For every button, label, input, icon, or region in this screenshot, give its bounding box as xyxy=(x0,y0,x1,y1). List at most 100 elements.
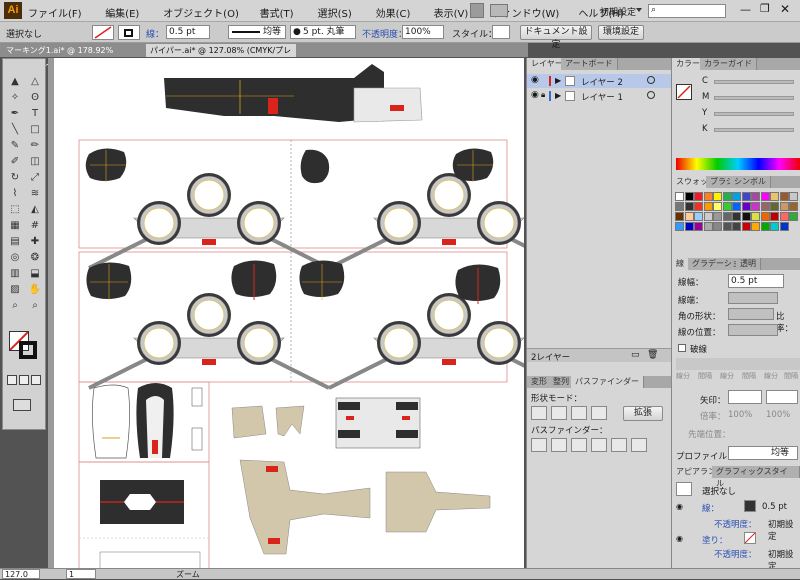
blend-tool-icon[interactable]: ◎ xyxy=(7,251,23,265)
tab-piper[interactable]: パイパー.ai* @ 127.08% (CMYK/プレビュー) xyxy=(146,44,296,68)
target-icon[interactable] xyxy=(647,91,655,99)
perspective-tool-icon[interactable]: ▦ xyxy=(7,219,23,233)
artboard-tool-icon[interactable]: ⬓ xyxy=(27,267,43,281)
gradient-tool-icon[interactable]: ▤ xyxy=(7,235,23,249)
type-tool-icon[interactable]: T xyxy=(27,107,43,121)
tab-graphic-styles[interactable]: グラフィックスタイル xyxy=(712,466,800,488)
swatch[interactable] xyxy=(703,192,713,201)
swatch[interactable] xyxy=(770,212,779,221)
swatch[interactable] xyxy=(713,202,722,211)
fill-color-chip[interactable] xyxy=(744,532,756,544)
swatch[interactable] xyxy=(751,212,760,221)
dash-fields[interactable] xyxy=(676,358,800,370)
bridge-icon[interactable] xyxy=(470,3,484,18)
mesh-tool-icon[interactable]: # xyxy=(27,219,43,233)
draw-behind-icon[interactable] xyxy=(19,375,29,385)
symbol-sprayer-tool-icon[interactable]: ❂ xyxy=(27,251,43,265)
swatch[interactable] xyxy=(694,212,703,221)
hand-tool-icon[interactable]: ✋ xyxy=(27,283,43,297)
swatch[interactable] xyxy=(770,202,779,211)
direct-select-tool-icon[interactable]: △ xyxy=(27,75,43,89)
appearance-stroke-label[interactable]: 線： xyxy=(702,502,719,514)
shape-mode-button-0[interactable] xyxy=(531,406,547,420)
swatch[interactable] xyxy=(751,202,760,211)
swatch[interactable] xyxy=(760,222,770,231)
appearance-fill-label[interactable]: 塗り： xyxy=(702,534,728,546)
tab-pathfinder[interactable]: パスファインダー xyxy=(571,376,644,388)
swatch[interactable] xyxy=(675,202,684,211)
arrow-start-select[interactable] xyxy=(728,390,762,404)
shape-builder-tool-icon[interactable]: ◭ xyxy=(27,203,43,217)
appearance-opacity-label[interactable]: 不透明度： xyxy=(714,548,757,560)
swatch[interactable] xyxy=(703,202,713,211)
swatch[interactable] xyxy=(675,192,684,201)
pencil-tool-icon[interactable]: ✏ xyxy=(27,139,43,153)
swatch[interactable] xyxy=(741,212,751,221)
swatch[interactable] xyxy=(703,212,713,221)
swatch[interactable] xyxy=(732,192,741,201)
tab-marking[interactable]: マーキング1.ai* @ 178.92% (CMYK/プレビュー) xyxy=(2,44,140,68)
menu-item-0[interactable]: ファイル(F) xyxy=(28,5,82,20)
lock-icon[interactable]: 🔒︎ xyxy=(541,90,545,100)
swatch[interactable] xyxy=(722,212,732,221)
zoom-tool-icon[interactable]: ⌕ xyxy=(7,299,23,313)
swatch[interactable] xyxy=(732,212,741,221)
pathfinder-button-2[interactable] xyxy=(571,438,587,452)
swatch[interactable] xyxy=(684,202,694,211)
workspace-switcher[interactable]: 初期設定 xyxy=(600,5,636,18)
pathfinder-button-1[interactable] xyxy=(551,438,567,452)
tab-color-guide[interactable]: カラーガイド xyxy=(700,58,757,70)
shape-mode-button-2[interactable] xyxy=(571,406,587,420)
pathfinder-button-0[interactable] xyxy=(531,438,547,452)
artboard[interactable] xyxy=(54,58,524,568)
line-tool-icon[interactable]: ╲ xyxy=(7,123,23,137)
arrow-end-select[interactable] xyxy=(766,390,798,404)
paintbrush-tool-icon[interactable]: ✎ xyxy=(7,139,23,153)
swatch[interactable] xyxy=(751,192,760,201)
swatch[interactable] xyxy=(722,192,732,201)
swatch[interactable] xyxy=(713,212,722,221)
eye-icon[interactable]: ◉ xyxy=(531,90,539,100)
magic-wand-tool-icon[interactable]: ✧ xyxy=(7,91,23,105)
swatch[interactable] xyxy=(760,192,770,201)
swatch[interactable] xyxy=(770,192,779,201)
channel-slider-C[interactable] xyxy=(714,80,794,84)
swatch[interactable] xyxy=(732,202,741,211)
swatch[interactable] xyxy=(741,192,751,201)
menu-item-3[interactable]: 書式(T) xyxy=(260,5,294,20)
eraser-tool-icon[interactable]: ◫ xyxy=(27,155,43,169)
expand-arrow-icon[interactable]: ▶ xyxy=(555,76,561,85)
arrange-docs-icon[interactable] xyxy=(490,4,508,17)
color-spectrum[interactable] xyxy=(676,158,800,170)
minimize-button[interactable]: — xyxy=(740,3,751,16)
rotate-tool-icon[interactable]: ↻ xyxy=(7,171,23,185)
expand-button[interactable]: 拡張 xyxy=(623,406,663,421)
fill-none-swatch[interactable] xyxy=(676,84,692,100)
zoom-alt-tool-icon[interactable]: ⌕ xyxy=(27,299,43,313)
swatch[interactable] xyxy=(779,202,789,211)
channel-slider-Y[interactable] xyxy=(714,112,794,116)
fill-swatch[interactable] xyxy=(92,25,114,40)
eye-icon[interactable]: ◉ xyxy=(676,534,683,543)
free-transform-tool-icon[interactable]: ⬚ xyxy=(7,203,23,217)
menu-item-4[interactable]: 選択(S) xyxy=(318,5,352,20)
lasso-tool-icon[interactable]: ʘ xyxy=(27,91,43,105)
layer-row-1[interactable]: ◉ 🔒︎ ▶ レイヤー 1 xyxy=(527,89,671,103)
selection-tool-icon[interactable]: ▲ xyxy=(7,75,23,89)
brush-definition[interactable]: ● 5 pt. 丸筆 xyxy=(290,25,356,39)
corner-buttons[interactable] xyxy=(728,308,774,320)
preferences-button[interactable]: 環境設定 xyxy=(598,25,644,40)
swatch[interactable] xyxy=(694,202,703,211)
layer-name[interactable]: レイヤー 1 xyxy=(581,91,623,103)
layer-row-2[interactable]: ◉ ▶ レイヤー 2 xyxy=(527,74,671,88)
normal-mode-icon[interactable] xyxy=(7,375,17,385)
stroke-swatch[interactable] xyxy=(118,25,140,40)
shape-mode-button-3[interactable] xyxy=(591,406,607,420)
swatch[interactable] xyxy=(789,202,798,211)
blob-brush-tool-icon[interactable]: ✐ xyxy=(7,155,23,169)
warp-tool-icon[interactable]: ⌇ xyxy=(7,187,23,201)
pathfinder-button-4[interactable] xyxy=(611,438,627,452)
tab-symbols[interactable]: シンボル xyxy=(730,176,771,188)
swatch[interactable] xyxy=(789,212,798,221)
stroke-label[interactable]: 線： xyxy=(146,27,164,40)
